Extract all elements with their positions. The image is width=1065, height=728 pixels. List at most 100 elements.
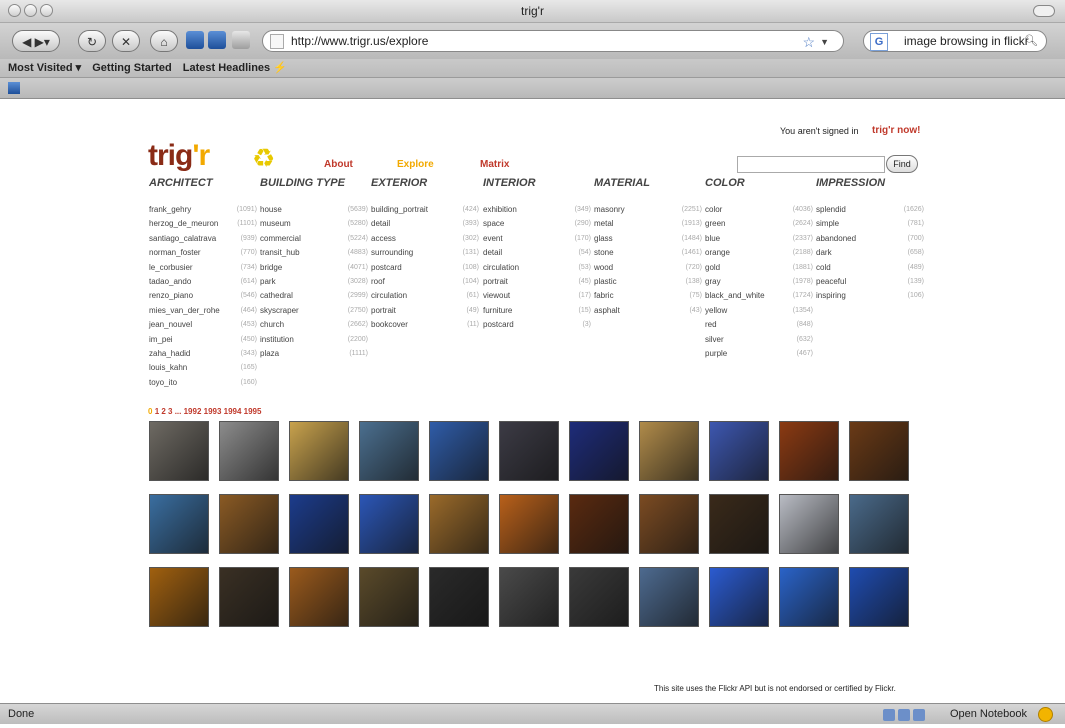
tag-name[interactable]: yellow bbox=[705, 306, 727, 315]
back-forward-button[interactable]: ◀ ▶▾ bbox=[12, 30, 60, 52]
nav-explore[interactable]: Explore bbox=[397, 159, 434, 170]
tag-name[interactable]: exhibition bbox=[483, 205, 517, 214]
tag-item[interactable]: church (2662) bbox=[260, 318, 368, 332]
tag-name[interactable]: purple bbox=[705, 349, 727, 358]
tag-item[interactable]: im_pei (450) bbox=[149, 333, 257, 347]
photo-thumbnail[interactable] bbox=[289, 567, 349, 627]
smiley-icon[interactable] bbox=[1038, 707, 1053, 722]
pager-links[interactable]: 1 2 3 ... 1992 1993 1994 1995 bbox=[155, 407, 262, 416]
tag-name[interactable]: masonry bbox=[594, 205, 625, 214]
photo-thumbnail[interactable] bbox=[499, 567, 559, 627]
tag-name[interactable]: fabric bbox=[594, 291, 614, 300]
tag-name[interactable]: le_corbusier bbox=[149, 263, 193, 272]
tag-item[interactable]: circulation (53) bbox=[483, 261, 591, 275]
toolbar-toggle-icon[interactable] bbox=[1033, 5, 1055, 17]
tag-item[interactable]: building_portrait (424) bbox=[371, 203, 479, 217]
tag-item[interactable]: toyo_ito (160) bbox=[149, 376, 257, 390]
reload-button[interactable]: ↻ bbox=[78, 30, 106, 52]
search-bar[interactable]: G image browsing in flickr 🔍︎ bbox=[863, 30, 1047, 52]
tag-item[interactable]: tadao_ando (614) bbox=[149, 275, 257, 289]
tag-name[interactable]: plastic bbox=[594, 277, 617, 286]
tag-item[interactable]: simple (781) bbox=[816, 217, 924, 231]
tag-name[interactable]: bookcover bbox=[371, 320, 408, 329]
tag-item[interactable]: circulation (61) bbox=[371, 289, 479, 303]
tag-name[interactable]: frank_gehry bbox=[149, 205, 191, 214]
tag-name[interactable]: portrait bbox=[371, 306, 396, 315]
photo-thumbnail[interactable] bbox=[779, 494, 839, 554]
site-logo[interactable]: trig'r bbox=[148, 139, 210, 173]
tag-name[interactable]: institution bbox=[260, 335, 294, 344]
tag-name[interactable]: surrounding bbox=[371, 248, 413, 257]
tag-item[interactable]: color (4036) bbox=[705, 203, 813, 217]
tag-name[interactable]: louis_kahn bbox=[149, 363, 187, 372]
tag-name[interactable]: zaha_hadid bbox=[149, 349, 190, 358]
chevron-down-icon[interactable]: ▼ bbox=[820, 32, 829, 52]
photo-thumbnail[interactable] bbox=[569, 421, 629, 481]
tag-item[interactable]: event (170) bbox=[483, 232, 591, 246]
stop-button[interactable]: ✕ bbox=[112, 30, 140, 52]
tag-item[interactable]: portrait (45) bbox=[483, 275, 591, 289]
tag-name[interactable]: event bbox=[483, 234, 503, 243]
tag-name[interactable]: wood bbox=[594, 263, 613, 272]
tag-name[interactable]: postcard bbox=[371, 263, 402, 272]
tag-name[interactable]: church bbox=[260, 320, 284, 329]
tag-item[interactable]: roof (104) bbox=[371, 275, 479, 289]
tag-name[interactable]: abandoned bbox=[816, 234, 856, 243]
tag-name[interactable]: renzo_piano bbox=[149, 291, 193, 300]
tag-name[interactable]: inspiring bbox=[816, 291, 846, 300]
tag-name[interactable]: peaceful bbox=[816, 277, 846, 286]
tag-name[interactable]: tadao_ando bbox=[149, 277, 191, 286]
tag-name[interactable]: house bbox=[260, 205, 282, 214]
tag-name[interactable]: transit_hub bbox=[260, 248, 300, 257]
photo-thumbnail[interactable] bbox=[639, 421, 699, 481]
tag-item[interactable]: access (302) bbox=[371, 232, 479, 246]
photo-thumbnail[interactable] bbox=[289, 421, 349, 481]
photo-thumbnail[interactable] bbox=[149, 421, 209, 481]
tag-item[interactable]: purple (467) bbox=[705, 347, 813, 361]
tag-item[interactable]: fabric (75) bbox=[594, 289, 702, 303]
tag-name[interactable]: jean_nouvel bbox=[149, 320, 192, 329]
tag-name[interactable]: cathedral bbox=[260, 291, 293, 300]
tag-item[interactable]: renzo_piano (546) bbox=[149, 289, 257, 303]
tag-name[interactable]: orange bbox=[705, 248, 730, 257]
tag-name[interactable]: commercial bbox=[260, 234, 301, 243]
tag-name[interactable]: circulation bbox=[371, 291, 407, 300]
photo-thumbnail[interactable] bbox=[149, 567, 209, 627]
photo-thumbnail[interactable] bbox=[359, 494, 419, 554]
nav-matrix[interactable]: Matrix bbox=[480, 159, 509, 170]
tag-name[interactable]: blue bbox=[705, 234, 720, 243]
tag-item[interactable]: gold (1881) bbox=[705, 261, 813, 275]
tag-item[interactable]: green (2624) bbox=[705, 217, 813, 231]
tag-item[interactable]: metal (1913) bbox=[594, 217, 702, 231]
tag-name[interactable]: gray bbox=[705, 277, 721, 286]
tag-item[interactable]: detail (54) bbox=[483, 246, 591, 260]
photo-thumbnail[interactable] bbox=[849, 421, 909, 481]
photo-thumbnail[interactable] bbox=[359, 421, 419, 481]
tag-item[interactable]: plaza (1111) bbox=[260, 347, 368, 361]
tag-name[interactable]: park bbox=[260, 277, 276, 286]
tag-item[interactable]: postcard (3) bbox=[483, 318, 591, 332]
photo-thumbnail[interactable] bbox=[709, 421, 769, 481]
search-engine-icon[interactable]: G bbox=[870, 33, 888, 51]
tag-item[interactable]: museum (5280) bbox=[260, 217, 368, 231]
tag-item[interactable]: red (848) bbox=[705, 318, 813, 332]
photo-thumbnail[interactable] bbox=[709, 494, 769, 554]
photo-thumbnail[interactable] bbox=[639, 494, 699, 554]
tag-name[interactable]: splendid bbox=[816, 205, 846, 214]
tag-item[interactable]: zaha_hadid (343) bbox=[149, 347, 257, 361]
tag-item[interactable]: yellow (1354) bbox=[705, 304, 813, 318]
tag-item[interactable]: silver (632) bbox=[705, 333, 813, 347]
tag-name[interactable]: detail bbox=[483, 248, 502, 257]
bookmark-latest-headlines[interactable]: Latest Headlines ⚡ bbox=[183, 62, 287, 74]
search-input[interactable]: image browsing in flickr bbox=[904, 34, 1029, 48]
tag-item[interactable]: plastic (138) bbox=[594, 275, 702, 289]
open-notebook-button[interactable]: Open Notebook bbox=[950, 704, 1027, 724]
tag-item[interactable]: space (290) bbox=[483, 217, 591, 231]
photo-thumbnail[interactable] bbox=[359, 567, 419, 627]
tag-item[interactable]: blue (2337) bbox=[705, 232, 813, 246]
tag-name[interactable]: museum bbox=[260, 219, 291, 228]
extension-icon-1[interactable] bbox=[186, 31, 204, 49]
photo-thumbnail[interactable] bbox=[499, 421, 559, 481]
photo-thumbnail[interactable] bbox=[289, 494, 349, 554]
tag-name[interactable]: roof bbox=[371, 277, 385, 286]
